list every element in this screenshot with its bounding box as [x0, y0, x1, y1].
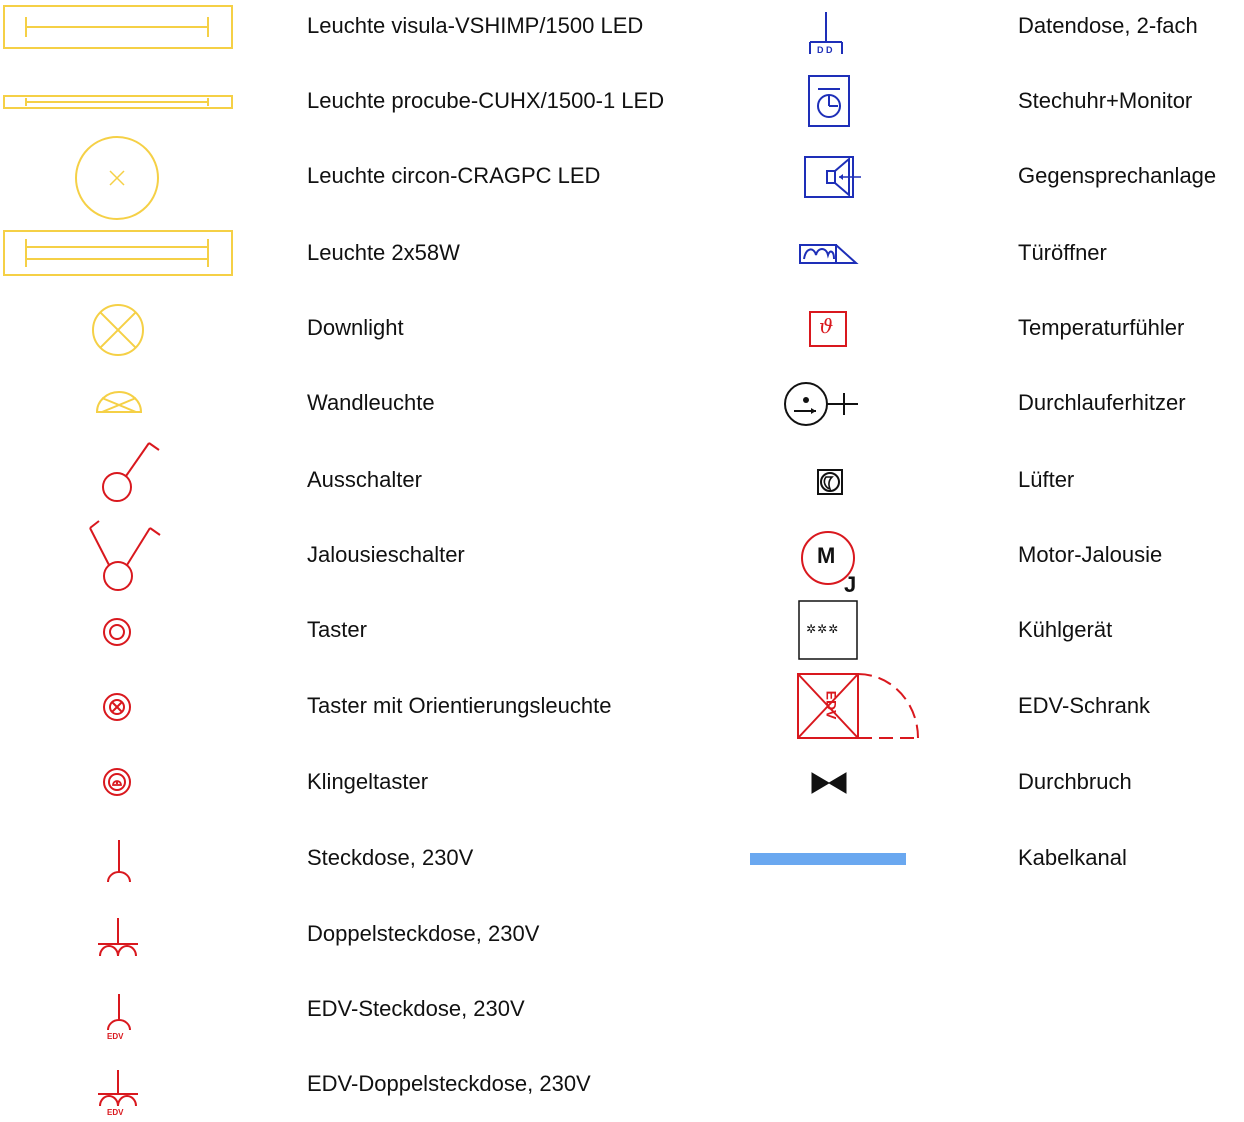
legend-label-12: Steckdose, 230V	[307, 845, 474, 870]
legend-label-25: EDV-Schrank	[1018, 693, 1151, 718]
legend-label-14: EDV-Steckdose, 230V	[307, 996, 525, 1021]
legend-label-27: Kabelkanal	[1018, 845, 1127, 870]
legend-label-4: Leuchte 2x58W	[307, 240, 460, 265]
time-clock-icon	[808, 75, 850, 127]
water-heater-icon	[784, 382, 858, 426]
symbol-legend: Leuchte visula-VSHIMP/1500 LED Leuchte p…	[0, 0, 1244, 1122]
it-cabinet-icon	[797, 673, 919, 739]
legend-label-6: Wandleuchte	[307, 390, 435, 415]
data-outlet-tag: D D	[817, 45, 833, 55]
wall-opening-icon	[811, 772, 847, 794]
legend-label-23: Motor-Jalousie	[1018, 542, 1163, 567]
legend-label-15: EDV-Doppelsteckdose, 230V	[307, 1071, 591, 1096]
legend-label-8: Jalousieschalter	[307, 542, 465, 567]
double-socket-icon	[98, 918, 138, 957]
legend-label-18: Gegensprechanlage	[1018, 163, 1217, 188]
bell-push-icon	[103, 768, 131, 796]
legend-label-5: Downlight	[307, 315, 404, 340]
illuminated-push-button-icon	[103, 693, 131, 721]
push-button-icon	[103, 618, 131, 646]
legend-label-2: Leuchte procube-CUHX/1500-1 LED	[307, 88, 665, 113]
twin-tube-luminaire-icon	[3, 230, 233, 276]
legend-label-16: Datendose, 2-fach	[1018, 13, 1198, 38]
legend-label-20: Temperaturfühler	[1018, 315, 1185, 340]
refrigerator-stars: ✲✲✲	[806, 622, 840, 636]
legend-label-11: Klingeltaster	[307, 769, 429, 794]
legend-label-10: Taster mit Orientierungsleuchte	[307, 693, 612, 718]
legend-label-19: Türöffner	[1018, 240, 1107, 265]
legend-label-21: Durchlauferhitzer	[1018, 390, 1186, 415]
motor-glyph: M	[817, 543, 836, 568]
it-double-socket-tag: EDV	[107, 1108, 124, 1117]
door-opener-icon	[799, 244, 859, 264]
intercom-icon	[804, 156, 861, 198]
it-socket-tag: EDV	[107, 1032, 124, 1041]
blind-glyph: J	[844, 572, 857, 597]
blind-switch-icon	[89, 520, 161, 591]
legend-label-1: Leuchte visula-VSHIMP/1500 LED	[307, 13, 644, 38]
slim-linear-luminaire-icon	[3, 95, 233, 109]
it-cabinet-tag: EDV	[823, 690, 840, 720]
cable-duct-icon	[750, 853, 906, 865]
legend-label-24: Kühlgerät	[1018, 617, 1113, 642]
switch-icon	[102, 442, 160, 502]
temperature-sensor-glyph: ϑ	[819, 314, 834, 338]
legend-label-7: Ausschalter	[307, 467, 422, 492]
downlight-icon	[92, 304, 144, 356]
wall-light-icon	[95, 391, 143, 413]
legend-label-9: Taster	[307, 617, 367, 642]
it-double-socket-icon	[98, 1070, 138, 1107]
legend-label-26: Durchbruch	[1018, 769, 1132, 794]
fan-icon	[817, 469, 843, 495]
round-luminaire-icon	[75, 136, 159, 220]
legend-label-22: Lüfter	[1018, 467, 1075, 492]
legend-label-17: Stechuhr+Monitor	[1018, 88, 1193, 113]
legend-label-13: Doppelsteckdose, 230V	[307, 921, 540, 946]
it-socket-icon	[107, 994, 131, 1031]
socket-icon	[107, 840, 131, 883]
linear-luminaire-icon	[3, 5, 233, 49]
legend-label-3: Leuchte circon-CRAGPC LED	[307, 163, 601, 188]
